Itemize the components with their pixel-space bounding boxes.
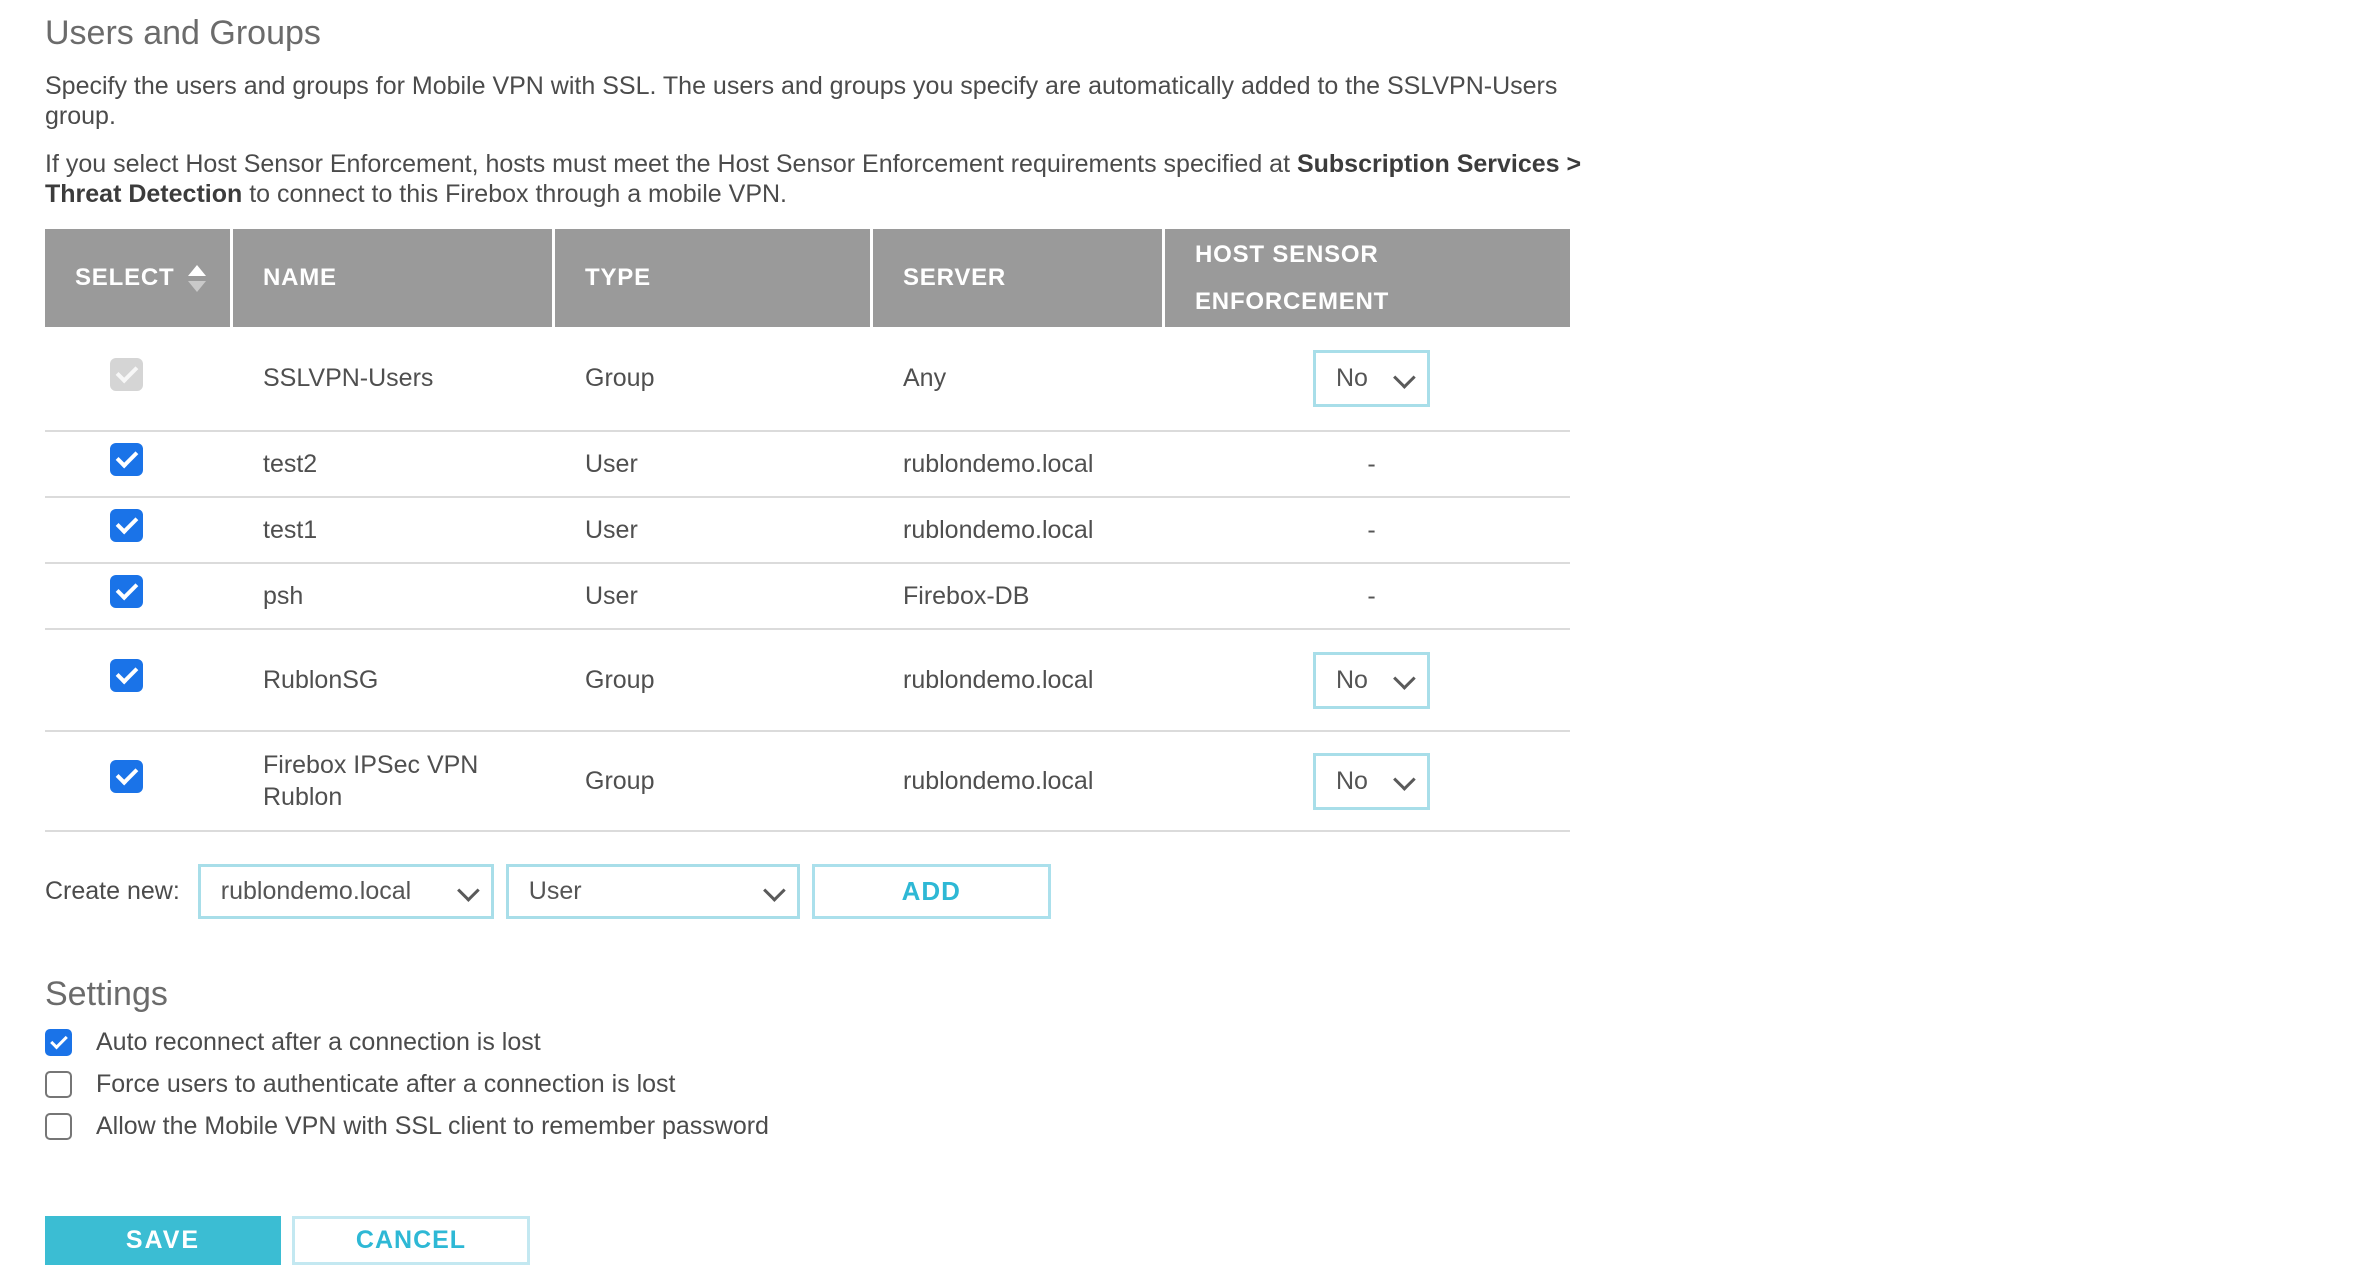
cell-name: psh [233, 580, 555, 613]
table-row: test2 User rublondemo.local - [45, 432, 1570, 498]
settings-title: Settings [45, 975, 1590, 1014]
host-sensor-select-value: No [1336, 664, 1368, 697]
row-checkbox[interactable] [110, 575, 143, 608]
cell-select [45, 659, 233, 701]
row-checkbox[interactable] [110, 760, 143, 793]
cell-name: Firebox IPSec VPN Rublon [233, 749, 555, 814]
host-sensor-select[interactable]: No [1313, 652, 1430, 709]
host-sensor-select[interactable]: No [1313, 350, 1430, 407]
sort-icon[interactable] [188, 265, 206, 292]
chevron-down-icon [457, 879, 480, 902]
description-line-2: If you select Host Sensor Enforcement, h… [45, 149, 1590, 209]
create-server-select[interactable]: rublondemo.local [198, 864, 494, 919]
chevron-down-icon [1393, 768, 1416, 791]
cell-server: rublondemo.local [873, 664, 1165, 697]
row-checkbox[interactable] [110, 443, 143, 476]
table-row: RublonSG Group rublondemo.local No [45, 630, 1570, 732]
host-sensor-none: - [1313, 448, 1430, 481]
host-sensor-select[interactable]: No [1313, 753, 1430, 810]
table-header-row: SELECT NAME TYPE SERVER HOST SENSOR ENFO… [45, 229, 1570, 327]
create-type-select-value: User [529, 877, 582, 906]
table-row: Firebox IPSec VPN Rublon Group rublondem… [45, 732, 1570, 832]
chevron-down-icon [763, 879, 786, 902]
create-server-select-value: rublondemo.local [221, 877, 411, 906]
sort-desc-icon [188, 281, 206, 292]
create-new-label: Create new: [45, 877, 180, 906]
save-button[interactable]: SAVE [45, 1216, 281, 1265]
cell-server: Firebox-DB [873, 580, 1165, 613]
host-sensor-none: - [1313, 514, 1430, 547]
cell-server: rublondemo.local [873, 514, 1165, 547]
cancel-button[interactable]: CANCEL [292, 1216, 530, 1265]
header-host-sensor-enforcement: HOST SENSOR ENFORCEMENT [1165, 229, 1570, 327]
cell-server: Any [873, 362, 1165, 395]
add-button[interactable]: ADD [812, 864, 1051, 919]
host-sensor-select-value: No [1336, 362, 1368, 395]
row-checkbox-disabled [110, 358, 143, 391]
page-content: Users and Groups Specify the users and g… [0, 0, 1590, 1265]
cell-name: test2 [233, 448, 555, 481]
force-auth-label: Force users to authenticate after a conn… [96, 1070, 675, 1099]
cell-host-sensor: - [1165, 448, 1570, 481]
cell-name: test1 [233, 514, 555, 547]
cell-server: rublondemo.local [873, 765, 1165, 798]
header-type: TYPE [555, 229, 873, 327]
chevron-down-icon [1393, 667, 1416, 690]
table-row: psh User Firebox-DB - [45, 564, 1570, 630]
page-title: Users and Groups [45, 14, 1590, 53]
action-buttons: SAVE CANCEL [45, 1216, 1590, 1265]
description-2-prefix: If you select Host Sensor Enforcement, h… [45, 150, 1297, 178]
cell-type: Group [555, 765, 873, 798]
cell-select [45, 358, 233, 400]
cell-host-sensor: No [1165, 753, 1570, 810]
sort-asc-icon [188, 265, 206, 276]
create-new-row: Create new: rublondemo.local User ADD [45, 864, 1590, 919]
row-checkbox[interactable] [110, 659, 143, 692]
table-row: SSLVPN-Users Group Any No [45, 327, 1570, 432]
cell-type: Group [555, 362, 873, 395]
cell-type: Group [555, 664, 873, 697]
host-sensor-none: - [1313, 580, 1430, 613]
create-type-select[interactable]: User [506, 864, 800, 919]
cell-name: RublonSG [233, 664, 555, 697]
remember-password-label: Allow the Mobile VPN with SSL client to … [96, 1112, 769, 1141]
header-select-label: SELECT [75, 264, 174, 292]
force-auth-checkbox[interactable] [45, 1071, 72, 1098]
cell-host-sensor: No [1165, 652, 1570, 709]
description-2-suffix: to connect to this Firebox through a mob… [242, 180, 787, 208]
cell-name: SSLVPN-Users [233, 362, 555, 395]
chevron-down-icon [1393, 366, 1416, 389]
setting-force-auth: Force users to authenticate after a conn… [45, 1070, 1590, 1098]
cell-host-sensor: - [1165, 580, 1570, 613]
auto-reconnect-checkbox[interactable] [45, 1029, 72, 1056]
users-groups-table: SELECT NAME TYPE SERVER HOST SENSOR ENFO… [45, 229, 1570, 832]
header-hse-line1: HOST SENSOR [1195, 231, 1379, 278]
auto-reconnect-label: Auto reconnect after a connection is los… [96, 1028, 541, 1057]
remember-password-checkbox[interactable] [45, 1113, 72, 1140]
cell-host-sensor: No [1165, 350, 1570, 407]
header-server: SERVER [873, 229, 1165, 327]
cell-type: User [555, 448, 873, 481]
cell-server: rublondemo.local [873, 448, 1165, 481]
cell-select [45, 443, 233, 485]
cell-select [45, 760, 233, 802]
cell-type: User [555, 514, 873, 547]
cell-select [45, 509, 233, 551]
cell-host-sensor: - [1165, 514, 1570, 547]
header-select[interactable]: SELECT [45, 229, 233, 327]
setting-auto-reconnect: Auto reconnect after a connection is los… [45, 1028, 1590, 1056]
cell-select [45, 575, 233, 617]
host-sensor-select-value: No [1336, 765, 1368, 798]
row-checkbox[interactable] [110, 509, 143, 542]
description-line-1: Specify the users and groups for Mobile … [45, 71, 1590, 131]
header-hse-line2: ENFORCEMENT [1195, 278, 1389, 325]
setting-remember-password: Allow the Mobile VPN with SSL client to … [45, 1112, 1590, 1140]
header-name: NAME [233, 229, 555, 327]
table-row: test1 User rublondemo.local - [45, 498, 1570, 564]
cell-type: User [555, 580, 873, 613]
